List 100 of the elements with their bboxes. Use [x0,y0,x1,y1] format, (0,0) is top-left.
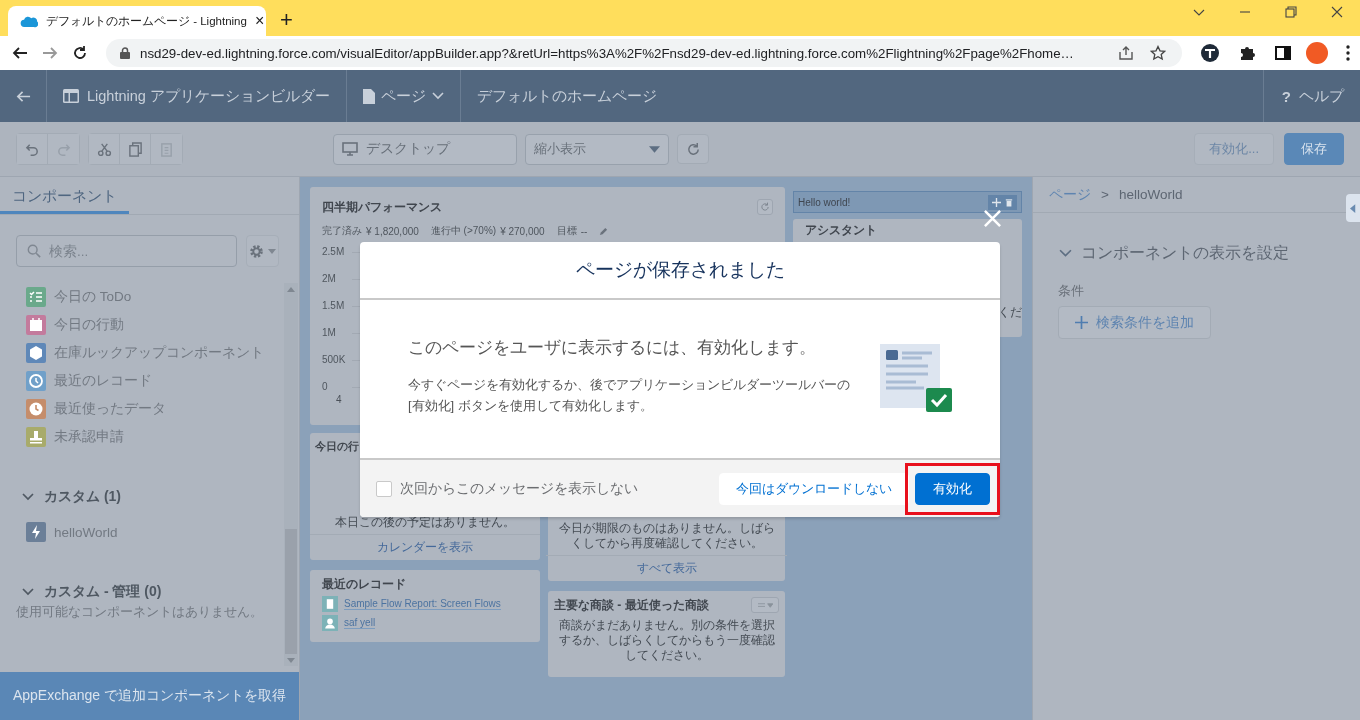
app-name: Lightning アプリケーションビルダー [87,86,330,106]
selected-component[interactable]: Hello world! [793,191,1022,213]
star-icon[interactable] [1150,45,1166,61]
empty-message: 商談がまだありません。別の条件を選択するか、しばらくしてからもう一度確認してください。 [557,618,776,663]
refresh-icon [685,141,701,157]
card-text: くだ [998,304,1022,321]
page-title: デフォルトのホームページ [476,86,657,106]
app-icon [63,89,79,103]
axis-label: 4 [336,394,343,405]
component-item[interactable]: 今日の ToDo [26,283,284,311]
plus-icon [1075,316,1088,329]
collapse-icon [1349,203,1357,213]
breadcrumb-link[interactable]: ページ [1049,185,1091,204]
dialog-heading: このページをユーザに表示するには、有効化します。 [408,337,817,359]
profile-avatar[interactable] [1306,42,1328,64]
document-icon [362,88,375,104]
tab-title: デフォルトのホームページ - Lightning [46,13,247,29]
component-item[interactable]: 在庫ルックアップコンポーネント [26,339,284,367]
appexchange-link[interactable]: AppExchange で追加コンポーネントを取得 [0,672,299,720]
cloud-icon [20,14,38,28]
url-field[interactable]: nsd29-dev-ed.lightning.force.com/visualEditor/appBuilder.app?&retUrl=https%3A%2F%2Fnsd29-dev-ed.lightning.force.com%2Flightning%2Fpage%2Fhome… [106,39,1182,67]
person-icon [322,615,338,632]
scissors-icon [96,141,112,157]
move-icon[interactable] [992,197,1001,207]
document-check-drawing [880,344,952,412]
card-title: 最近のレコード [322,576,407,593]
view-all-link[interactable]: すべて表示 [546,555,787,577]
extension-icon[interactable] [1200,43,1220,63]
lock-icon [120,47,130,59]
axis-label: 1.5M [322,300,346,311]
caret-icon [268,248,276,254]
panel-toggle[interactable] [1346,194,1360,222]
component-item[interactable]: 今日の行動 [26,311,284,339]
chevron-down-icon [431,92,444,100]
card-title: 四半期パフォーマンス [322,199,442,216]
share-icon[interactable] [1118,45,1134,61]
axis-label: 0 [322,381,329,392]
refresh-icon [760,202,770,212]
restore-icon[interactable] [1285,6,1297,18]
scroll-up-icon [287,287,295,292]
copy-button[interactable] [120,134,151,164]
calendar-link[interactable]: カレンダーを表示 [310,534,540,556]
scissors-button[interactable] [89,134,120,164]
refresh-button[interactable] [677,134,709,164]
copy-icon [127,141,143,157]
scroll-down-icon [287,658,295,663]
component-item[interactable]: 最近のレコード [26,367,284,395]
card-title: アシスタント [805,222,878,239]
activate-button[interactable]: 有効化... [1194,133,1274,165]
panel-tab[interactable]: コンポーネント [0,177,129,214]
search-icon [27,244,41,258]
axis-label: 1M [322,327,337,338]
component-item[interactable]: 最近使ったデータ [26,395,284,423]
gear-icon [249,243,264,259]
field-label: 条件 [1058,282,1085,300]
axis-label: 2M [322,273,337,284]
clipboard-icon [322,595,338,612]
close-icon[interactable] [1331,6,1343,18]
undo-button[interactable] [17,134,48,164]
dropdown-arrow-icon [649,145,660,153]
trash-icon[interactable] [1005,197,1013,207]
save-button[interactable]: 保存 [1284,133,1344,165]
scrollbar[interactable] [284,283,298,666]
url-text: nsd29-dev-ed.lightning.force.com/visualEditor/appBuilder.app?&retUrl=https%3A%2F%2Fnsd29-dev-ed.lightning.force.com%2Flightning%2Fpage%2Fhome… [140,45,1074,61]
axis-label: 500K [322,354,347,365]
skip-button[interactable]: 今回はダウンロードしない [719,472,909,505]
section-header[interactable]: カスタム - 管理 (0) [22,581,284,603]
new-tab-button[interactable]: + [280,9,293,31]
card-title: 今日の行 [315,439,360,454]
refresh-button[interactable] [757,199,773,215]
component-text: Hello world! [798,196,851,208]
component-item[interactable]: helloWorld [26,518,284,546]
zoom-dropdown[interactable]: 縮小表示 [525,133,669,165]
side-panel-icon[interactable] [1274,44,1292,62]
back-icon[interactable] [12,45,28,61]
breadcrumb-separator: > [1101,187,1109,202]
more-menu-icon[interactable] [1346,45,1350,61]
section-header[interactable]: カスタム (1) [22,486,284,508]
settings-button[interactable] [246,235,279,267]
add-filter-button[interactable]: 検索条件を追加 [1058,306,1211,339]
empty-message: 本日この後の予定はありません。 [334,515,516,531]
close-tab-button[interactable]: × [254,13,265,29]
browser-tab[interactable]: デフォルトのホームページ - Lightning × [8,6,266,36]
component-item[interactable]: 未承認申請 [26,423,284,451]
pencil-icon[interactable] [599,226,609,236]
monitor-icon [342,142,358,156]
reload-icon[interactable] [72,45,88,61]
stat-label: 進行中 (>70%) [430,224,497,238]
device-selector[interactable]: デスクトップ [333,133,517,165]
activate-button[interactable]: 有効化 [915,472,990,505]
record-link[interactable]: saf yell [344,617,376,630]
dialog-title: ページが保存されました [575,258,785,282]
stat-label: 完了済み [322,224,362,238]
record-link[interactable]: Sample Flow Report: Screen Flows [344,597,501,610]
axis-label: 2.5M [322,246,346,257]
section-header[interactable]: コンポーネントの表示を設定 [1033,213,1360,264]
puzzle-icon[interactable] [1238,44,1256,62]
dialog-message: 今すぐページを有効化するか、後でアプリケーションビルダーツールバーの [有効化] ボタンを使用して有効化します。 [408,376,851,415]
stat-value: -- [580,225,588,237]
dont-show-checkbox[interactable]: 次回からこのメッセージを表示しない [376,479,638,498]
